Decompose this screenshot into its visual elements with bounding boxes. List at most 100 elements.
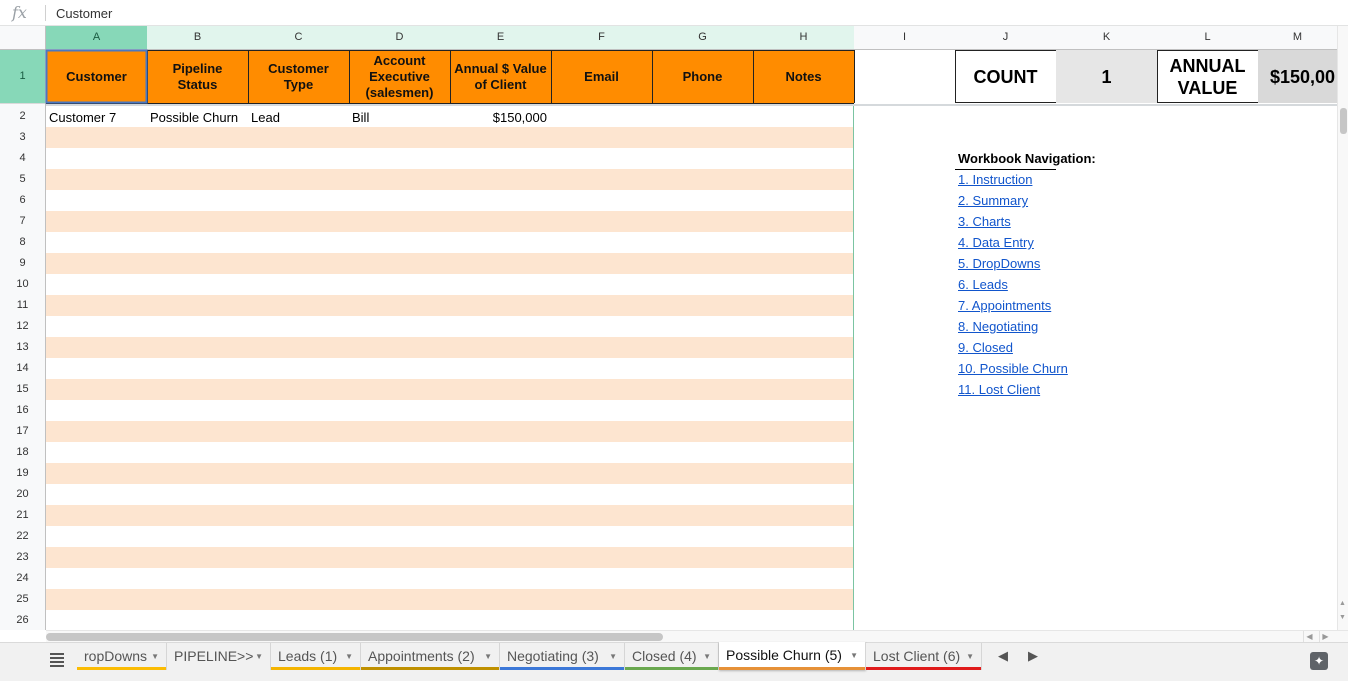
row-header-6[interactable]: 6 bbox=[0, 190, 45, 211]
triangle-down-icon[interactable]: ▼ bbox=[850, 642, 858, 669]
column-header-k[interactable]: K bbox=[1056, 26, 1157, 49]
column-header-d[interactable]: D bbox=[349, 26, 450, 49]
column-header-a[interactable]: A bbox=[46, 26, 147, 49]
scroll-up-icon[interactable]: ▲ bbox=[1339, 600, 1346, 607]
sheet-grid[interactable]: ABCDEFGHIJKLM 1 2 3 4 5 6 7 8 9 10 11 12 13 14 15 16 17 1… bbox=[0, 26, 1337, 630]
column-header-g[interactable]: G bbox=[652, 26, 753, 49]
header-email[interactable]: Email bbox=[551, 50, 652, 103]
header-phone[interactable]: Phone bbox=[652, 50, 753, 103]
row-header-17[interactable]: 17 bbox=[0, 421, 45, 442]
horizontal-scrollbar[interactable]: ◀ ▶ bbox=[46, 630, 1348, 642]
row-header-12[interactable]: 12 bbox=[0, 316, 45, 337]
cell-pipeline-status[interactable]: Possible Churn bbox=[150, 107, 238, 128]
column-header-h[interactable]: H bbox=[753, 26, 854, 49]
sheet-tab-5[interactable]: Negotiating (3) ▼ bbox=[500, 643, 625, 670]
column-header-c[interactable]: C bbox=[248, 26, 349, 49]
cell-customer[interactable]: Customer 7 bbox=[49, 107, 116, 128]
header-customer-type[interactable]: Customer Type bbox=[248, 50, 349, 103]
column-header-e[interactable]: E bbox=[450, 26, 551, 49]
nav-link-3[interactable]: 3. Charts bbox=[958, 214, 1011, 229]
cell-customer-type[interactable]: Lead bbox=[251, 107, 280, 128]
chevron-left-icon[interactable]: ◀ bbox=[998, 648, 1008, 664]
row-header-3[interactable]: 3 bbox=[0, 127, 45, 148]
spreadsheet-window: fx Customer ABCDEFGHIJKLM 1 2 3 4 5 6 7 8 9 10 11 1… bbox=[0, 0, 1348, 681]
cell-account-executive[interactable]: Bill bbox=[352, 107, 369, 128]
count-value[interactable]: 1 bbox=[1056, 50, 1157, 103]
nav-link-7[interactable]: 7. Appointments bbox=[958, 298, 1051, 313]
chevron-right-icon[interactable]: ▶ bbox=[1028, 648, 1038, 664]
row-header-26[interactable]: 26 bbox=[0, 610, 45, 630]
nav-link-10[interactable]: 10. Possible Churn bbox=[958, 361, 1068, 376]
triangle-down-icon[interactable]: ▼ bbox=[345, 643, 353, 670]
annual-value-label[interactable]: ANNUAL VALUE bbox=[1157, 50, 1258, 103]
row-header-2[interactable]: 2 bbox=[0, 106, 45, 127]
vertical-scrollbar[interactable]: ▲ ▼ bbox=[1337, 26, 1348, 630]
row-header-24[interactable]: 24 bbox=[0, 568, 45, 589]
header-notes[interactable]: Notes bbox=[753, 50, 854, 103]
row-header-18[interactable]: 18 bbox=[0, 442, 45, 463]
row-header-19[interactable]: 19 bbox=[0, 463, 45, 484]
row-header-21[interactable]: 21 bbox=[0, 505, 45, 526]
count-label[interactable]: COUNT bbox=[955, 50, 1056, 103]
cell-annual-value[interactable]: $150,000 bbox=[450, 107, 547, 128]
row-header-9[interactable]: 9 bbox=[0, 253, 45, 274]
row-header-11[interactable]: 11 bbox=[0, 295, 45, 316]
row-header-22[interactable]: 22 bbox=[0, 526, 45, 547]
row-header-15[interactable]: 15 bbox=[0, 379, 45, 400]
triangle-down-icon[interactable]: ▼ bbox=[609, 643, 617, 670]
row-header-16[interactable]: 16 bbox=[0, 400, 45, 421]
row-header-7[interactable]: 7 bbox=[0, 211, 45, 232]
triangle-down-icon[interactable]: ▼ bbox=[703, 643, 711, 670]
sheet-tab-7[interactable]: Possible Churn (5) ▼ bbox=[719, 642, 866, 670]
sheet-tab-6[interactable]: Closed (4) ▼ bbox=[625, 643, 719, 670]
nav-link-4[interactable]: 4. Data Entry bbox=[958, 235, 1034, 250]
nav-link-9[interactable]: 9. Closed bbox=[958, 340, 1013, 355]
header-pipeline-status[interactable]: Pipeline Status bbox=[147, 50, 248, 103]
scroll-right-small-icon[interactable]: ▶ bbox=[1319, 631, 1331, 642]
triangle-down-icon[interactable]: ▼ bbox=[966, 643, 974, 670]
row-header-20[interactable]: 20 bbox=[0, 484, 45, 505]
column-header-l[interactable]: L bbox=[1157, 26, 1258, 49]
scroll-down-icon[interactable]: ▼ bbox=[1339, 614, 1346, 621]
explore-icon[interactable]: ✦ bbox=[1310, 652, 1328, 670]
band-row-fill bbox=[46, 295, 854, 316]
sheet-tab-3[interactable]: Leads (1) ▼ bbox=[271, 643, 361, 670]
column-header-i[interactable]: I bbox=[854, 26, 955, 49]
sheet-tab-8[interactable]: Lost Client (6) ▼ bbox=[866, 643, 982, 670]
header-annual-value[interactable]: Annual $ Value of Client bbox=[450, 50, 551, 103]
column-header-m[interactable]: M bbox=[1258, 26, 1337, 49]
row-header-8[interactable]: 8 bbox=[0, 232, 45, 253]
row-header-5[interactable]: 5 bbox=[0, 169, 45, 190]
row-header-4[interactable]: 4 bbox=[0, 148, 45, 169]
annual-value-total[interactable]: $150,00 bbox=[1258, 50, 1337, 103]
triangle-down-icon[interactable]: ▼ bbox=[484, 643, 492, 670]
sheet-tab-2[interactable]: PIPELINE>> ▼ bbox=[167, 643, 271, 670]
row-header-25[interactable]: 25 bbox=[0, 589, 45, 610]
hamburger-menu-icon[interactable] bbox=[50, 653, 64, 667]
triangle-down-icon[interactable]: ▼ bbox=[255, 643, 263, 670]
nav-link-8[interactable]: 8. Negotiating bbox=[958, 319, 1038, 334]
row-header-1[interactable]: 1 bbox=[0, 50, 45, 103]
header-account-executive[interactable]: Account Executive (salesmen) bbox=[349, 50, 450, 103]
scroll-left-small-icon[interactable]: ◀ bbox=[1303, 631, 1315, 642]
nav-link-1[interactable]: 1. Instruction bbox=[958, 172, 1032, 187]
sheet-tab-4[interactable]: Appointments (2) ▼ bbox=[361, 643, 500, 670]
column-header-f[interactable]: F bbox=[551, 26, 652, 49]
row-header-14[interactable]: 14 bbox=[0, 358, 45, 379]
sheet-tab-1[interactable]: ropDowns ▼ bbox=[77, 643, 167, 670]
nav-link-11[interactable]: 11. Lost Client bbox=[958, 382, 1040, 397]
nav-link-2[interactable]: 2. Summary bbox=[958, 193, 1028, 208]
row-header-23[interactable]: 23 bbox=[0, 547, 45, 568]
column-header-j[interactable]: J bbox=[955, 26, 1056, 49]
row-header-10[interactable]: 10 bbox=[0, 274, 45, 295]
nav-link-5[interactable]: 5. DropDowns bbox=[958, 256, 1040, 271]
column-header-b[interactable]: B bbox=[147, 26, 248, 49]
triangle-down-icon[interactable]: ▼ bbox=[151, 643, 159, 670]
horizontal-scroll-thumb[interactable] bbox=[46, 633, 663, 641]
band-row-fill bbox=[46, 169, 854, 190]
formula-input[interactable]: Customer bbox=[56, 6, 112, 21]
nav-link-6[interactable]: 6. Leads bbox=[958, 277, 1008, 292]
header-customer[interactable]: Customer bbox=[46, 50, 147, 103]
vertical-scroll-thumb[interactable] bbox=[1340, 108, 1347, 134]
row-header-13[interactable]: 13 bbox=[0, 337, 45, 358]
